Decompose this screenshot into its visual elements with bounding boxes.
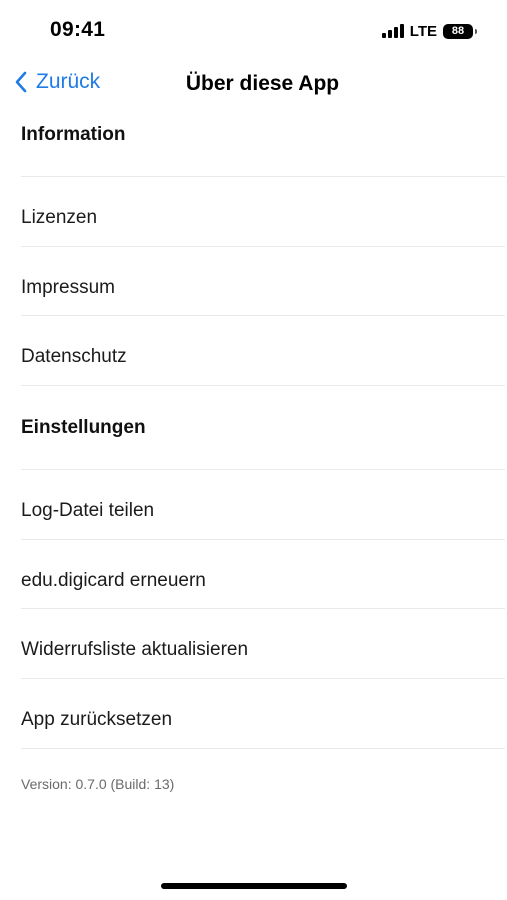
page-title: Über diese App [185, 72, 340, 95]
list-item-label: Datenschutz [21, 346, 127, 367]
divider [21, 246, 505, 247]
divider [21, 539, 505, 540]
divider [21, 678, 505, 679]
list-item-label: App zurücksetzen [21, 709, 173, 730]
divider [21, 176, 505, 177]
divider [21, 315, 505, 316]
list-item-widerrufsliste-aktualisieren[interactable]: Widerrufsliste aktualisieren [0, 620, 507, 680]
list-item-app-zuruecksetzen[interactable]: App zurücksetzen [0, 690, 507, 750]
divider [21, 385, 505, 386]
list-item-datenschutz[interactable]: Datenschutz [0, 327, 507, 387]
section-header-einstellungen: Einstellungen [21, 417, 146, 438]
status-time: 09:41 [50, 18, 106, 41]
list-item-impressum[interactable]: Impressum [0, 258, 507, 318]
list-item-label: edu.digicard erneuern [21, 570, 206, 591]
list-item-label: Log-Datei teilen [21, 500, 155, 521]
navigation-bar: Zurück Über diese App [0, 62, 507, 110]
home-indicator[interactable] [161, 883, 347, 889]
divider [21, 748, 505, 749]
status-bar: 09:41 LTE 88 [0, 0, 507, 60]
version-info: Version: 0.7.0 (Build: 13) [21, 776, 175, 792]
network-type-label: LTE [409, 22, 437, 40]
status-indicators: LTE 88 [381, 20, 477, 42]
list-item-lizenzen[interactable]: Lizenzen [0, 188, 507, 248]
divider [21, 608, 505, 609]
list-item-log-datei-teilen[interactable]: Log-Datei teilen [0, 481, 507, 541]
divider [21, 469, 505, 470]
cellular-signal-icon [381, 24, 404, 38]
battery-level: 88 [451, 24, 465, 37]
battery-icon: 88 [443, 23, 477, 39]
list-item-label: Widerrufsliste aktualisieren [21, 639, 249, 660]
list-item-digicard-erneuern[interactable]: edu.digicard erneuern [0, 551, 507, 611]
list-item-label: Lizenzen [21, 207, 98, 228]
list-item-label: Impressum [21, 277, 115, 298]
section-header-information: Information [21, 124, 126, 145]
